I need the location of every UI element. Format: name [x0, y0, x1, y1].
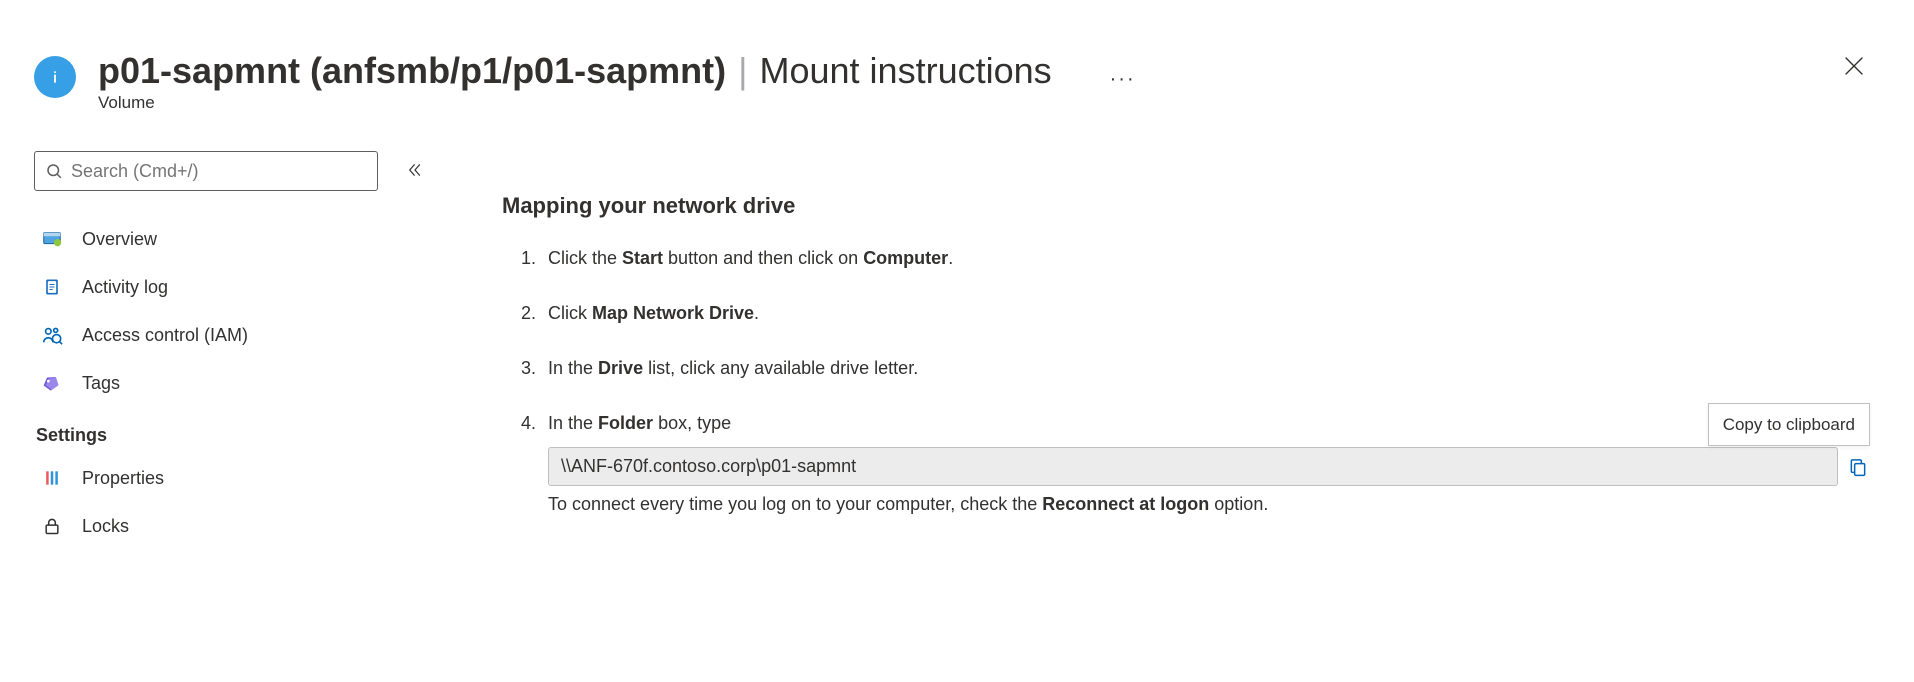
copy-tooltip: Copy to clipboard — [1708, 403, 1870, 447]
step-text: In the — [548, 413, 598, 433]
copy-icon — [1848, 457, 1868, 477]
step-bold: Start — [622, 248, 663, 268]
sidebar-item-overview[interactable]: Overview — [34, 215, 454, 263]
title-divider: | — [738, 50, 747, 91]
step-text: Click the — [548, 248, 622, 268]
step-text: . — [948, 248, 953, 268]
search-input[interactable] — [71, 161, 367, 182]
copy-button[interactable]: Copy to clipboard — [1844, 453, 1872, 481]
followup-text: option. — [1209, 494, 1268, 514]
path-row: \\ANF-670f.contoso.corp\p01-sapmnt Copy … — [548, 447, 1872, 486]
more-actions-icon[interactable]: ··· — [1110, 68, 1136, 91]
search-icon — [45, 162, 63, 180]
main-area: p01-sapmnt (anfsmb/p1/p01-sapmnt) | Moun… — [34, 0, 1914, 682]
step-3: In the Drive list, click any available d… — [502, 355, 1872, 382]
sidebar-item-label: Access control (IAM) — [82, 325, 248, 346]
page-subtitle: Volume — [98, 93, 1052, 113]
sidebar-item-tags[interactable]: Tags — [34, 359, 454, 407]
step-bold: Map Network Drive — [592, 303, 754, 323]
title-section: Mount instructions — [760, 50, 1052, 91]
activity-log-icon — [40, 275, 64, 299]
step-followup: To connect every time you log on to your… — [548, 492, 1872, 517]
properties-icon — [40, 466, 64, 490]
sidebar-item-properties[interactable]: Properties — [34, 454, 454, 502]
sidebar-section-settings: Settings — [34, 425, 454, 446]
followup-bold: Reconnect at logon — [1042, 494, 1209, 514]
sidebar-item-label: Properties — [82, 468, 164, 489]
step-text: . — [754, 303, 759, 323]
sidebar-item-label: Locks — [82, 516, 129, 537]
close-button[interactable] — [1842, 54, 1866, 78]
mount-path-box[interactable]: \\ANF-670f.contoso.corp\p01-sapmnt — [548, 447, 1838, 486]
step-4: In the Folder box, type \\ANF-670f.conto… — [502, 410, 1872, 517]
sidebar-item-activity-log[interactable]: Activity log — [34, 263, 454, 311]
step-2: Click Map Network Drive. — [502, 300, 1872, 327]
instruction-list: Click the Start button and then click on… — [502, 245, 1872, 517]
title-resource: p01-sapmnt (anfsmb/p1/p01-sapmnt) — [98, 50, 726, 91]
access-control-icon — [40, 323, 64, 347]
step-text: Click — [548, 303, 592, 323]
step-text: box, type — [653, 413, 731, 433]
search-box[interactable] — [34, 151, 378, 191]
collapse-sidebar-icon[interactable] — [406, 161, 424, 182]
left-gutter — [0, 0, 34, 682]
step-bold: Folder — [598, 413, 653, 433]
overview-icon — [40, 227, 64, 251]
step-text: list, click any available drive letter. — [643, 358, 918, 378]
step-1: Click the Start button and then click on… — [502, 245, 1872, 272]
locks-icon — [40, 514, 64, 538]
step-text: button and then click on — [663, 248, 863, 268]
content-area: Mapping your network drive Click the Sta… — [454, 151, 1914, 550]
tags-icon — [40, 371, 64, 395]
followup-text: To connect every time you log on to your… — [548, 494, 1042, 514]
info-icon — [34, 56, 76, 98]
body-row: Overview Activity log — [34, 151, 1914, 550]
sidebar-item-label: Tags — [82, 373, 120, 394]
content-heading: Mapping your network drive — [502, 193, 1872, 219]
page-title: p01-sapmnt (anfsmb/p1/p01-sapmnt) | Moun… — [98, 50, 1052, 91]
sidebar-item-locks[interactable]: Locks — [34, 502, 454, 550]
title-block: p01-sapmnt (anfsmb/p1/p01-sapmnt) | Moun… — [98, 50, 1052, 113]
sidebar-item-access-control[interactable]: Access control (IAM) — [34, 311, 454, 359]
sidebar-item-label: Activity log — [82, 277, 168, 298]
blade-header: p01-sapmnt (anfsmb/p1/p01-sapmnt) | Moun… — [34, 50, 1914, 113]
step-bold: Drive — [598, 358, 643, 378]
sidebar: Overview Activity log — [34, 151, 454, 550]
sidebar-item-label: Overview — [82, 229, 157, 250]
step-text: In the — [548, 358, 598, 378]
search-row — [34, 151, 454, 191]
step-bold: Computer — [863, 248, 948, 268]
